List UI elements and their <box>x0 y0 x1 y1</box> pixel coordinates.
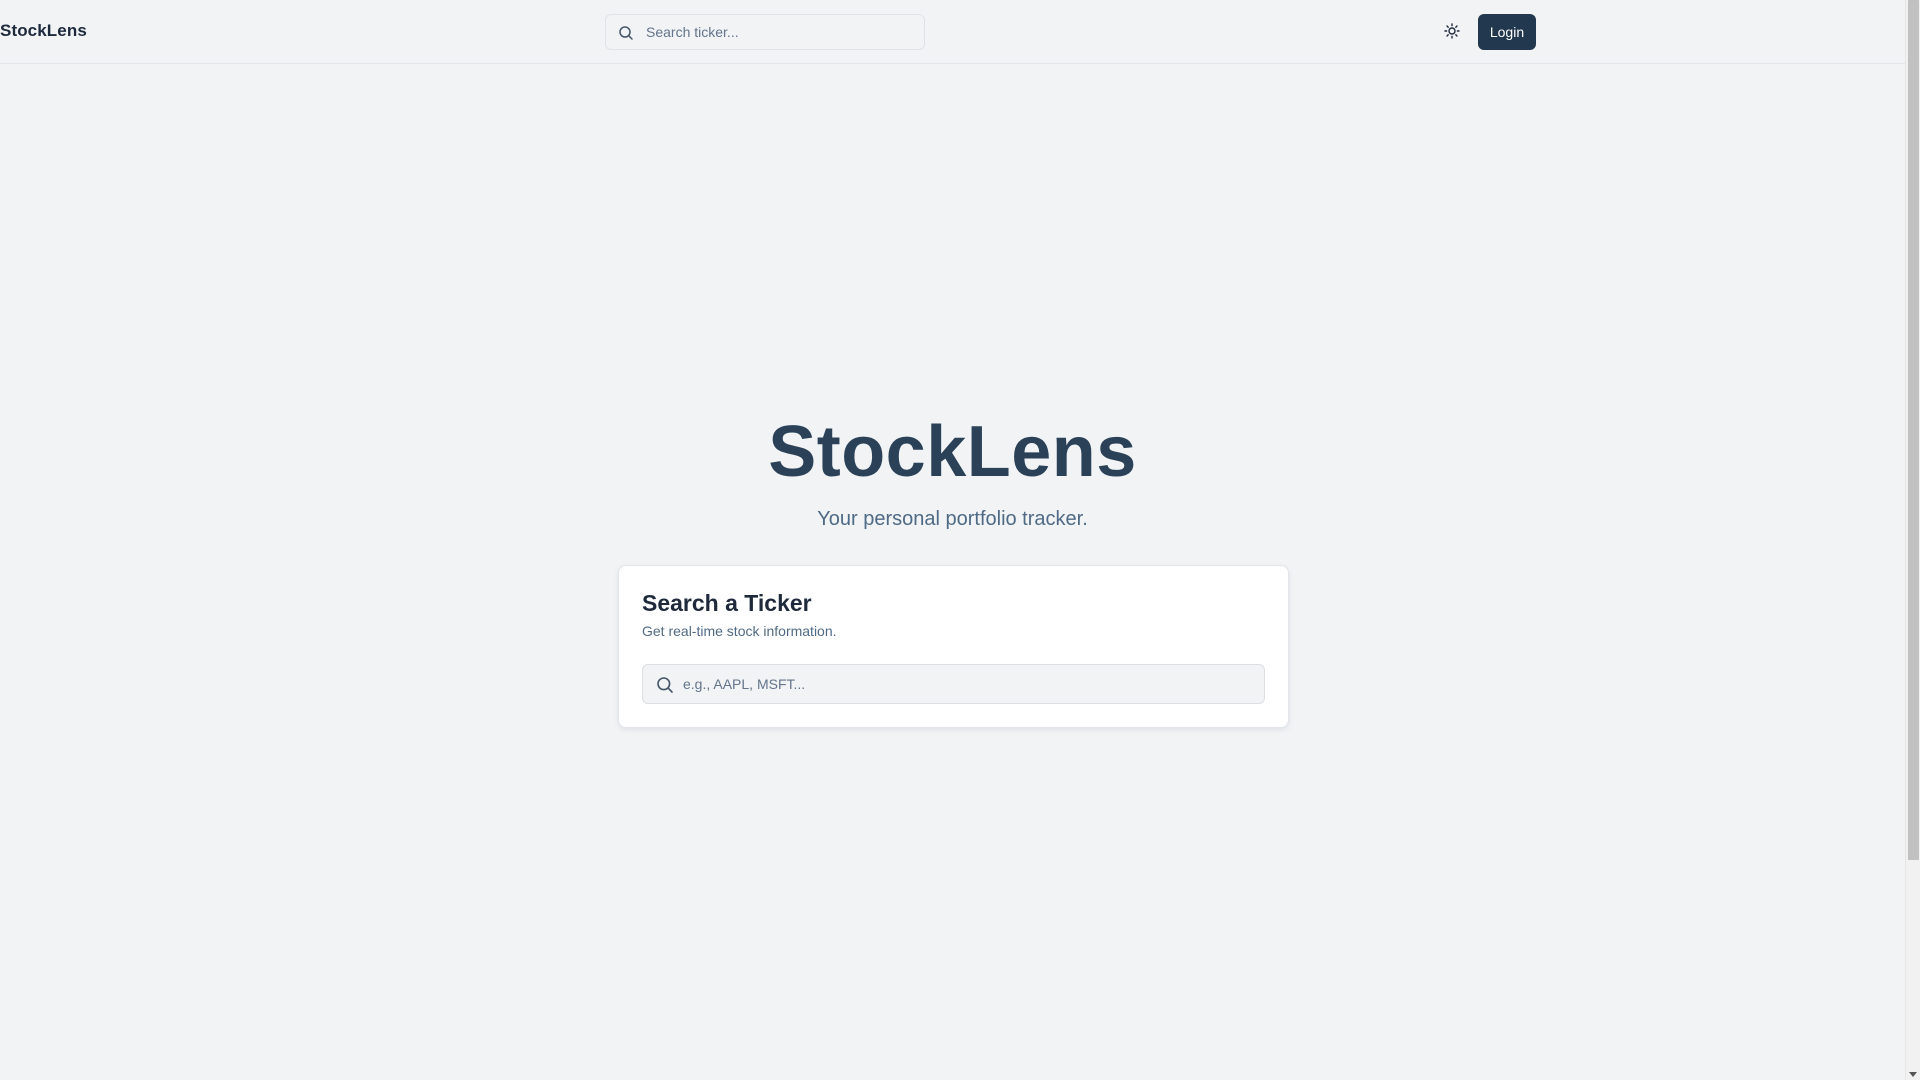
scroll-down-arrow-icon[interactable] <box>1909 1072 1917 1077</box>
hero-subtitle: Your personal portfolio tracker. <box>817 508 1088 530</box>
sun-icon <box>1444 22 1460 42</box>
scrollbar-thumb[interactable] <box>1908 0 1919 860</box>
ticker-search-box[interactable] <box>642 664 1265 704</box>
search-icon <box>656 676 674 694</box>
hero-title: StockLens <box>768 412 1137 492</box>
card-title: Search a Ticker <box>642 590 812 616</box>
ticker-search-input[interactable] <box>683 665 1253 703</box>
card-description: Get real-time stock information. <box>642 623 837 639</box>
top-navbar: StockLens Search ticker... Login <box>0 0 1905 64</box>
header-search-input[interactable] <box>646 15 916 49</box>
search-icon <box>618 25 634 41</box>
login-button[interactable]: Login <box>1478 14 1536 50</box>
page: StockLens Search ticker... Login StockLe… <box>0 0 1905 1080</box>
theme-toggle-button[interactable] <box>1435 19 1469 45</box>
vertical-scrollbar[interactable] <box>1905 0 1920 1080</box>
app-window: StockLens Search ticker... Login StockLe… <box>0 0 1920 1080</box>
ticker-search-card: Search a Ticker Get real-time stock info… <box>618 565 1289 728</box>
brand-logo-text[interactable]: StockLens <box>0 21 87 41</box>
header-search-box[interactable] <box>605 14 925 50</box>
